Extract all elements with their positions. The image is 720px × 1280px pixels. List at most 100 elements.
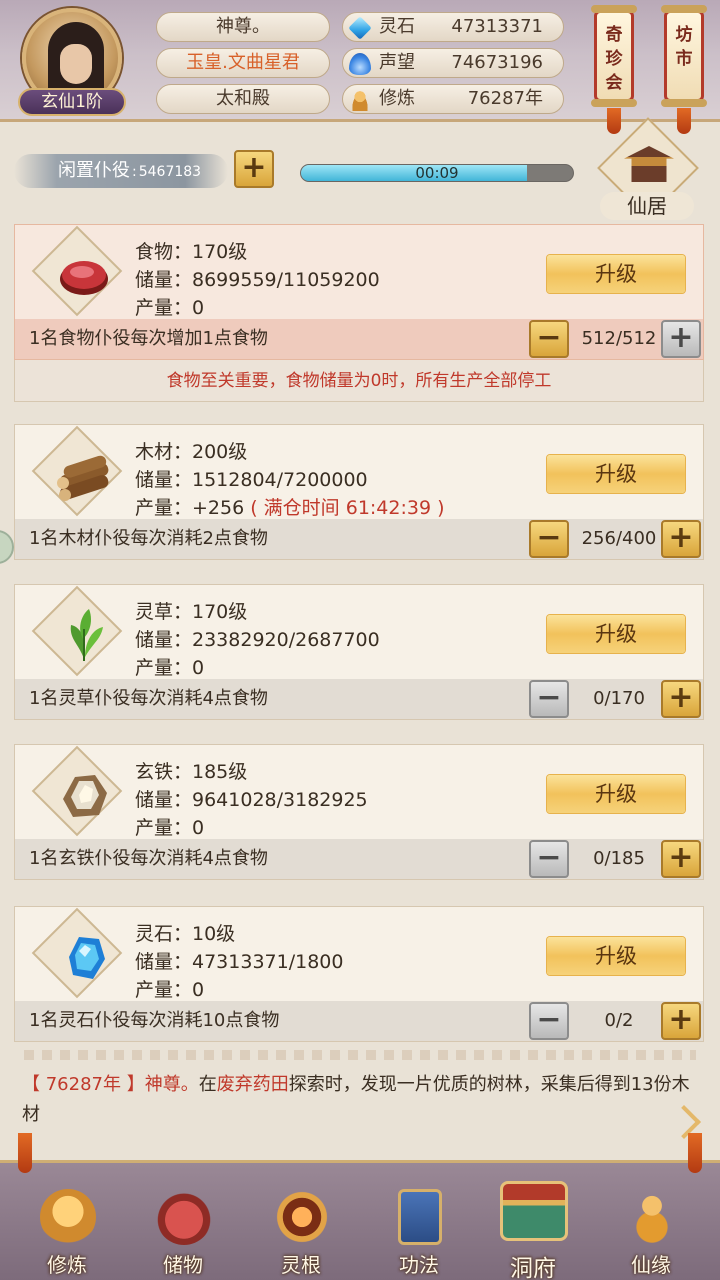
increase-herb-servant-button[interactable]: + <box>661 680 701 718</box>
upgrade-food-button[interactable]: 升级 <box>547 255 685 293</box>
production-timer-text: 00:09 <box>415 164 459 182</box>
resource-level: 木材：200级 <box>135 441 248 463</box>
decrease-iron-servant-button[interactable]: − <box>529 840 569 878</box>
decrease-food-servant-button[interactable]: − <box>529 320 569 358</box>
iron-ore-icon <box>63 775 107 817</box>
resource-storage: 储量：8699559/11059200 <box>135 269 380 291</box>
log-year: 【 76287年 】 <box>22 1074 145 1095</box>
nav-label: 灵根 <box>281 1253 321 1277</box>
servant-count: 0/2 <box>604 1010 634 1031</box>
increase-wood-servant-button[interactable]: + <box>661 520 701 558</box>
tassel-decoration <box>688 1133 702 1173</box>
resource-level: 灵石：10级 <box>135 923 236 945</box>
cave-dwelling-icon <box>500 1181 568 1241</box>
output-value: 产量：0 <box>135 657 205 679</box>
servant-count: 0/185 <box>593 848 645 869</box>
storage-bag-icon <box>156 1189 212 1245</box>
log-place: 废弃药田 <box>216 1074 289 1095</box>
meat-icon <box>60 261 108 295</box>
idle-servants-label: 闲置仆役 <box>58 160 130 181</box>
output-value: 产量：0 <box>135 817 205 839</box>
nav-storage[interactable]: 储物 <box>128 1181 238 1280</box>
nav-spirit-root[interactable]: 灵根 <box>246 1181 356 1280</box>
upgrade-spirit-stone-button[interactable]: 升级 <box>547 937 685 975</box>
food-warning-text: 食物至关重要，食物储量为0时，所有生产全部停工 <box>14 360 704 402</box>
resource-level: 玄铁：185级 <box>135 761 248 783</box>
idle-separator: : <box>132 164 137 180</box>
output-value: 产量：0 <box>135 979 205 1001</box>
increase-food-servant-button[interactable]: + <box>661 320 701 358</box>
resource-output: 产量：+256 ( 满仓时间 61:42:39 ) <box>135 493 445 520</box>
player-title[interactable]: 玉皇.文曲星君 <box>156 48 330 78</box>
servant-row: 1名灵草仆役每次消耗4点食物 − 0/170 + <box>15 679 703 719</box>
side-drawer-tab[interactable] <box>0 530 14 564</box>
bottom-navigation: 修炼 储物 灵根 功法 洞府 仙缘 <box>0 1133 720 1280</box>
resource-value: 74673196 <box>451 52 543 73</box>
nav-label: 洞府 <box>510 1256 556 1280</box>
servant-description: 1名灵草仆役每次消耗4点食物 <box>29 688 268 709</box>
spirit-root-icon <box>274 1189 330 1245</box>
cultivation-icon <box>349 89 371 111</box>
resource-card-iron: 玄铁：185级 储量：9641028/3182925 产量：0 升级 1名玄铁仆… <box>14 744 704 880</box>
upgrade-herb-button[interactable]: 升级 <box>547 615 685 653</box>
resource-storage: 储量：9641028/3182925 <box>135 789 368 811</box>
nav-label: 储物 <box>163 1253 203 1277</box>
scripture-icon <box>398 1189 442 1245</box>
nav-cultivate[interactable]: 修炼 <box>12 1181 122 1280</box>
resource-storage: 储量：23382920/2687700 <box>135 629 380 651</box>
cultivate-icon <box>40 1189 96 1245</box>
spirit-stone-crystal-icon <box>69 937 105 979</box>
residence-label[interactable]: 仙居 <box>600 192 694 220</box>
resource-value: 47313371 <box>451 16 543 37</box>
nav-cave-dwelling[interactable]: 洞府 <box>478 1181 588 1280</box>
herb-leaf-icon <box>70 609 103 661</box>
output-value: 产量：+256 <box>135 497 245 519</box>
servant-row: 1名食物仆役每次增加1点食物 − 512/512 + <box>15 319 703 359</box>
nav-label: 仙缘 <box>631 1253 671 1277</box>
prestige-icon <box>349 53 371 75</box>
log-divider <box>24 1050 696 1060</box>
tassel-decoration <box>607 108 621 134</box>
market-button[interactable]: 坊市 <box>661 5 707 107</box>
servant-description: 1名玄铁仆役每次消耗4点食物 <box>29 848 268 869</box>
treasure-fair-button[interactable]: 奇珍会 <box>591 5 637 107</box>
resource-output: 产量：0 <box>135 975 204 1002</box>
nav-label: 修炼 <box>47 1253 87 1277</box>
resource-label: 灵石 <box>379 16 415 37</box>
nav-fate[interactable]: 仙缘 <box>596 1181 706 1280</box>
log-player-name: 神尊。 <box>144 1074 199 1095</box>
tassel-decoration <box>18 1133 32 1173</box>
resource-card-food: 食物：170级 储量：8699559/11059200 产量：0 升级 1名食物… <box>14 224 704 360</box>
servant-count: 0/170 <box>593 688 645 709</box>
decrease-wood-servant-button[interactable]: − <box>529 520 569 558</box>
increase-spirit-stone-servant-button[interactable]: + <box>661 1002 701 1040</box>
servant-description: 1名食物仆役每次增加1点食物 <box>29 328 268 349</box>
resource-storage: 储量：1512804/7200000 <box>135 469 368 491</box>
resource-label: 声望 <box>379 52 415 73</box>
resource-output: 产量：0 <box>135 653 204 680</box>
increase-iron-servant-button[interactable]: + <box>661 840 701 878</box>
resource-label: 修炼 <box>379 88 415 109</box>
upgrade-iron-button[interactable]: 升级 <box>547 775 685 813</box>
resource-card-herb: 灵草：170级 储量：23382920/2687700 产量：0 升级 1名灵草… <box>14 584 704 720</box>
tassel-decoration <box>677 108 691 134</box>
resource-value: 76287年 <box>467 88 543 109</box>
nav-scripture[interactable]: 功法 <box>364 1181 474 1280</box>
servant-count: 512/512 <box>581 328 657 349</box>
resource-cultivation: 修炼 76287年 <box>342 84 564 114</box>
decrease-herb-servant-button[interactable]: − <box>529 680 569 718</box>
servant-description: 1名灵石仆役每次消耗10点食物 <box>29 1010 280 1031</box>
player-location: 太和殿 <box>156 84 330 114</box>
add-idle-servant-button[interactable]: + <box>234 150 274 188</box>
rank-badge: 玄仙1阶 <box>18 88 126 116</box>
servant-row: 1名玄铁仆役每次消耗4点食物 − 0/185 + <box>15 839 703 879</box>
log-text: 在 <box>198 1074 217 1095</box>
resource-storage: 储量：47313371/1800 <box>135 951 344 973</box>
decrease-spirit-stone-servant-button[interactable]: − <box>529 1002 569 1040</box>
resource-card-spirit-stone: 灵石：10级 储量：47313371/1800 产量：0 升级 1名灵石仆役每次… <box>14 906 704 1042</box>
production-timer-bar: 00:09 <box>300 164 574 182</box>
servant-row: 1名灵石仆役每次消耗10点食物 − 0/2 + <box>15 1001 703 1041</box>
idle-servants-count: 5467183 <box>138 164 202 180</box>
upgrade-wood-button[interactable]: 升级 <box>547 455 685 493</box>
resource-spirit-stone: 灵石 47313371 <box>342 12 564 42</box>
